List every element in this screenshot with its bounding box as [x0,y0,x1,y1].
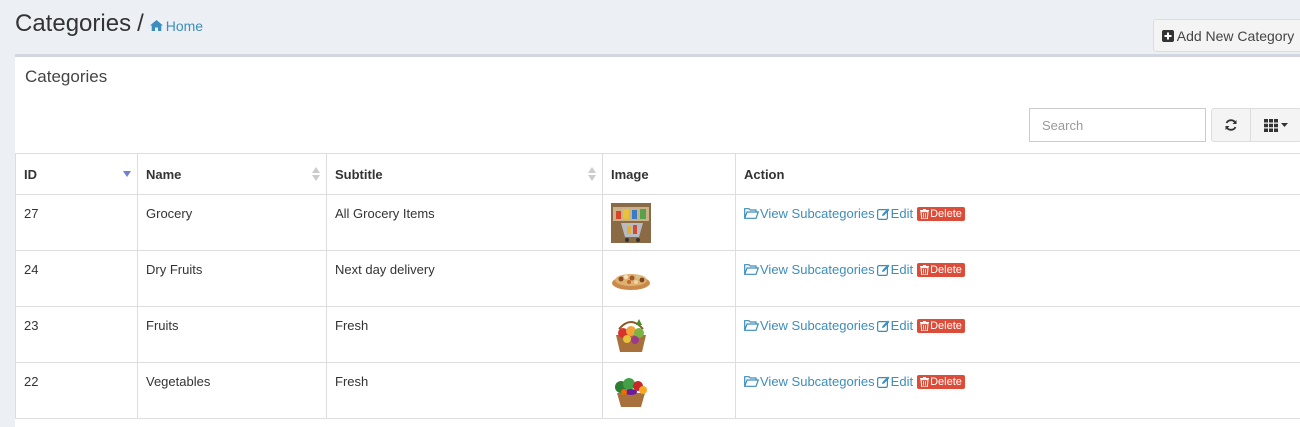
cell-image [603,307,736,363]
edit-icon [877,208,890,220]
column-header-action: Action [736,154,1300,195]
view-subcategories-label: View Subcategories [760,262,875,277]
delete-label: Delete [930,320,962,332]
cell-id: 23 [16,307,138,363]
cell-subtitle: All Grocery Items [327,195,603,251]
table-row: 23 Fruits Fresh [16,307,1300,363]
cell-image [603,251,736,307]
title-separator: / [137,10,144,38]
trash-icon [920,265,929,275]
cell-action: View Subcategories Edit [736,363,1300,419]
grid-icon [1264,119,1278,132]
cell-id: 27 [16,195,138,251]
column-header-label: ID [24,167,37,182]
folder-open-icon [744,208,759,219]
refresh-icon [1224,118,1238,132]
view-subcategories-link[interactable]: View Subcategories [744,262,875,277]
column-header-label: Image [611,167,649,182]
cell-action: View Subcategories Edit [736,195,1300,251]
cell-name: Vegetables [138,363,327,419]
delete-label: Delete [930,264,962,276]
categories-box: Categories ID [15,54,1300,427]
edit-label: Edit [891,262,913,277]
view-subcategories-label: View Subcategories [760,318,875,333]
cell-name: Fruits [138,307,327,363]
categories-table: ID Name Subtitle [15,153,1300,419]
add-category-label: Add New Category [1177,28,1295,44]
column-header-label: Subtitle [335,167,383,182]
edit-link[interactable]: Edit [877,262,913,277]
cell-action: View Subcategories Edit [736,307,1300,363]
edit-link[interactable]: Edit [877,206,913,221]
caret-down-icon [1281,123,1288,127]
table-row: 22 Vegetables Fresh [16,363,1300,419]
table-row: 24 Dry Fruits Next day delivery [16,251,1300,307]
add-category-button[interactable]: Add New Category [1153,19,1300,52]
plus-square-icon [1162,30,1174,42]
edit-link[interactable]: Edit [877,374,913,389]
delete-button[interactable]: Delete [917,375,965,389]
cell-name: Grocery [138,195,327,251]
cell-id: 24 [16,251,138,307]
search-input[interactable] [1029,108,1206,142]
column-header-label: Action [744,167,784,182]
column-header-name[interactable]: Name [138,154,327,195]
cell-name: Dry Fruits [138,251,327,307]
column-header-image: Image [603,154,736,195]
cell-action: View Subcategories Edit [736,251,1300,307]
cell-image [603,195,736,251]
box-title: Categories [25,67,107,87]
fruit-basket-photo [611,315,651,355]
edit-icon [877,320,890,332]
edit-icon [877,376,890,388]
edit-label: Edit [891,206,913,221]
folder-open-icon [744,264,759,275]
sort-both-icon [312,167,320,181]
sort-desc-icon [123,171,131,177]
trash-icon [920,377,929,387]
cell-subtitle: Next day delivery [327,251,603,307]
edit-link[interactable]: Edit [877,318,913,333]
view-subcategories-link[interactable]: View Subcategories [744,318,875,333]
home-icon [150,20,163,31]
view-subcategories-label: View Subcategories [760,206,875,221]
edit-label: Edit [891,374,913,389]
folder-open-icon [744,376,759,387]
view-subcategories-link[interactable]: View Subcategories [744,374,875,389]
breadcrumb-home[interactable]: Home [150,18,203,34]
view-subcategories-link[interactable]: View Subcategories [744,206,875,221]
sort-both-icon [588,167,596,181]
delete-label: Delete [930,208,962,220]
refresh-button[interactable] [1211,108,1251,142]
trash-icon [920,209,929,219]
delete-button[interactable]: Delete [917,319,965,333]
column-header-subtitle[interactable]: Subtitle [327,154,603,195]
cell-subtitle: Fresh [327,363,603,419]
delete-button[interactable]: Delete [917,263,965,277]
cell-image [603,363,736,419]
page-header: Categories / Home [15,10,203,38]
dry-fruits-bowl-photo [611,259,651,299]
table-row: 27 Grocery All Grocery Items [16,195,1300,251]
edit-icon [877,264,890,276]
column-header-label: Name [146,167,181,182]
cell-id: 22 [16,363,138,419]
table-header-row: ID Name Subtitle [16,154,1300,195]
view-subcategories-label: View Subcategories [760,374,875,389]
breadcrumb-label: Home [166,18,203,34]
vegetable-basket-photo [611,371,651,411]
page-title: Categories [15,10,131,38]
delete-button[interactable]: Delete [917,207,965,221]
columns-toggle-button[interactable] [1250,108,1300,142]
column-header-id[interactable]: ID [16,154,138,195]
edit-label: Edit [891,318,913,333]
cell-subtitle: Fresh [327,307,603,363]
folder-open-icon [744,320,759,331]
grocery-cart-photo [611,203,651,243]
delete-label: Delete [930,376,962,388]
trash-icon [920,321,929,331]
